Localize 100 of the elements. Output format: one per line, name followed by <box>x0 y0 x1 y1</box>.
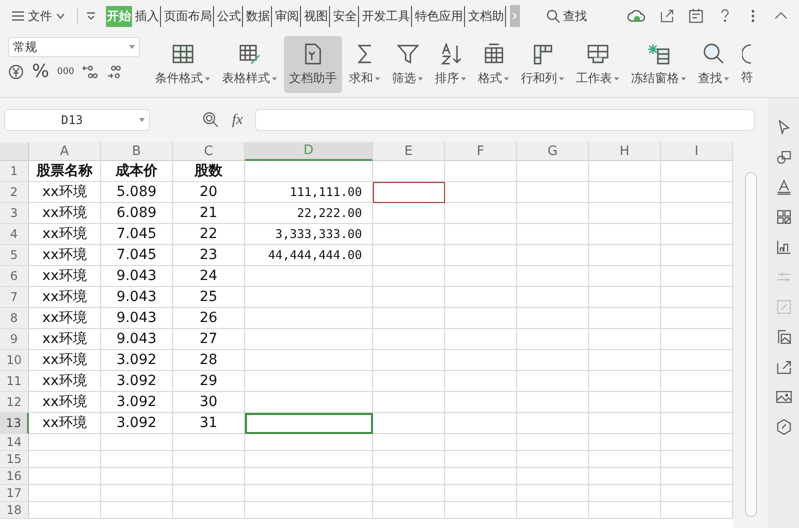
row-header[interactable]: 10 <box>0 350 29 371</box>
column-header[interactable]: C <box>173 142 245 161</box>
row-header[interactable]: 15 <box>0 451 29 468</box>
ribbon-tab[interactable]: 插入 <box>134 6 161 26</box>
table-cell: 成本价 <box>101 161 173 182</box>
row-header[interactable]: 13 <box>0 413 29 434</box>
table-cell: 26 <box>173 308 245 329</box>
row-header[interactable]: 5 <box>0 245 29 266</box>
table-cell: 20 <box>173 182 245 203</box>
ribbon-tool-button[interactable]: 表格样式 <box>217 36 282 93</box>
table-cell: 3.092 <box>101 392 173 413</box>
zoom-icon[interactable] <box>202 111 220 129</box>
row-header[interactable]: 2 <box>0 182 29 203</box>
hexagon-icon[interactable] <box>774 418 792 436</box>
row-header[interactable]: 14 <box>0 434 29 451</box>
search-icon <box>546 9 560 23</box>
table-cell: xx环境 <box>29 182 101 203</box>
ribbon-tab[interactable]: 数据 <box>245 6 272 26</box>
ribbon-tool-button[interactable]: 文档助手 <box>284 36 342 93</box>
row-header[interactable]: 16 <box>0 468 29 485</box>
ribbon-tool-button[interactable]: 筛选 <box>387 36 428 93</box>
shapes-icon[interactable] <box>774 148 792 166</box>
decrease-decimal-icon[interactable] <box>106 64 122 80</box>
row-header[interactable]: 9 <box>0 329 29 350</box>
ribbon-tab[interactable]: 页面布局 <box>163 6 214 26</box>
ribbon-tab[interactable]: 公式 <box>216 6 243 26</box>
grid-icon[interactable] <box>774 208 792 226</box>
row-header[interactable]: 7 <box>0 287 29 308</box>
scrollbar[interactable] <box>744 172 756 517</box>
share-icon[interactable] <box>774 358 792 376</box>
search-button[interactable]: 查找 <box>540 6 593 26</box>
ribbon-tool-button[interactable]: 格式 <box>473 36 514 93</box>
row-header[interactable]: 4 <box>0 224 29 245</box>
table-cell: 21 <box>173 203 245 224</box>
table-cell: 29 <box>173 371 245 392</box>
table-cell: xx环境 <box>29 203 101 224</box>
row-header[interactable]: 18 <box>0 502 29 519</box>
row-header[interactable]: 8 <box>0 308 29 329</box>
ribbon-tab[interactable]: 审阅 <box>274 6 301 26</box>
row-header[interactable]: 1 <box>0 161 29 182</box>
ribbon-tab[interactable]: 视图 <box>303 6 330 26</box>
name-box[interactable]: D13 <box>4 109 150 131</box>
ribbon-tab[interactable]: 文档助 <box>467 6 506 26</box>
table-cell: 44,444,444.00 <box>245 245 373 266</box>
currency-icon[interactable] <box>8 64 24 80</box>
column-header[interactable]: G <box>517 142 589 161</box>
table-cell: xx环境 <box>29 392 101 413</box>
chevron-icon <box>56 13 65 19</box>
quick-access-icon[interactable] <box>86 11 96 21</box>
caret-icon <box>139 118 145 122</box>
ribbon-tab[interactable]: 特色应用 <box>414 6 465 26</box>
number-format-dropdown[interactable]: 常规 <box>8 37 140 57</box>
active-cell[interactable] <box>245 413 373 434</box>
image-icon[interactable] <box>774 388 792 406</box>
caret-icon <box>129 45 135 49</box>
ribbon-tool-button[interactable]: 冻结窗格 <box>626 36 691 93</box>
template-icon[interactable] <box>687 7 705 25</box>
thousands-button[interactable]: 000 <box>57 66 74 76</box>
ribbon-tool-button[interactable]: 求和 <box>344 36 385 93</box>
bar-chart-icon[interactable] <box>774 238 792 256</box>
file-menu[interactable]: 文件 <box>8 8 69 24</box>
row-header[interactable]: 12 <box>0 392 29 413</box>
table-cell: xx环境 <box>29 413 101 434</box>
ribbon-tool-button[interactable]: 符 <box>736 36 758 93</box>
table-cell: 股票名称 <box>29 161 101 182</box>
text-style-icon[interactable] <box>774 178 792 196</box>
menu-icon <box>12 11 24 21</box>
ribbon-tool-button[interactable]: 查找 <box>693 36 734 93</box>
column-header[interactable]: A <box>29 142 101 161</box>
row-header[interactable]: 17 <box>0 485 29 502</box>
column-header[interactable]: E <box>373 142 445 161</box>
ribbon-tool-button[interactable]: 条件格式 <box>150 36 215 93</box>
row-header[interactable]: 11 <box>0 371 29 392</box>
table-cell: 9.043 <box>101 329 173 350</box>
row-header[interactable]: 6 <box>0 266 29 287</box>
ribbon-tool-button[interactable]: 工作表 <box>571 36 624 93</box>
function-label[interactable]: fx <box>232 112 243 128</box>
column-header[interactable]: F <box>445 142 517 161</box>
table-cell: 3.092 <box>101 413 173 434</box>
share-icon[interactable] <box>659 8 675 24</box>
table-cell: 3,333,333.00 <box>245 224 373 245</box>
table-cell: 3.092 <box>101 350 173 371</box>
ribbon-tool-button[interactable]: 排序 <box>430 36 471 93</box>
row-header[interactable]: 3 <box>0 203 29 224</box>
table-cell: 22,222.00 <box>245 203 373 224</box>
percent-button[interactable]: % <box>32 61 50 82</box>
table-cell: 28 <box>173 350 245 371</box>
table-cell: xx环境 <box>29 308 101 329</box>
table-cell: 7.045 <box>101 245 173 266</box>
table-cell: 27 <box>173 329 245 350</box>
formula-input[interactable] <box>254 109 755 131</box>
ribbon-tab[interactable]: 安全 <box>332 6 359 26</box>
table-cell: xx环境 <box>29 329 101 350</box>
table-cell: 9.043 <box>101 308 173 329</box>
column-header[interactable]: B <box>101 142 173 161</box>
column-header[interactable]: H <box>589 142 661 161</box>
ribbon-tab[interactable]: 开发工具 <box>361 6 412 26</box>
ribbon-tool-button[interactable]: 行和列 <box>516 36 569 93</box>
increase-decimal-icon[interactable] <box>82 64 98 80</box>
column-header[interactable]: I <box>661 142 733 161</box>
